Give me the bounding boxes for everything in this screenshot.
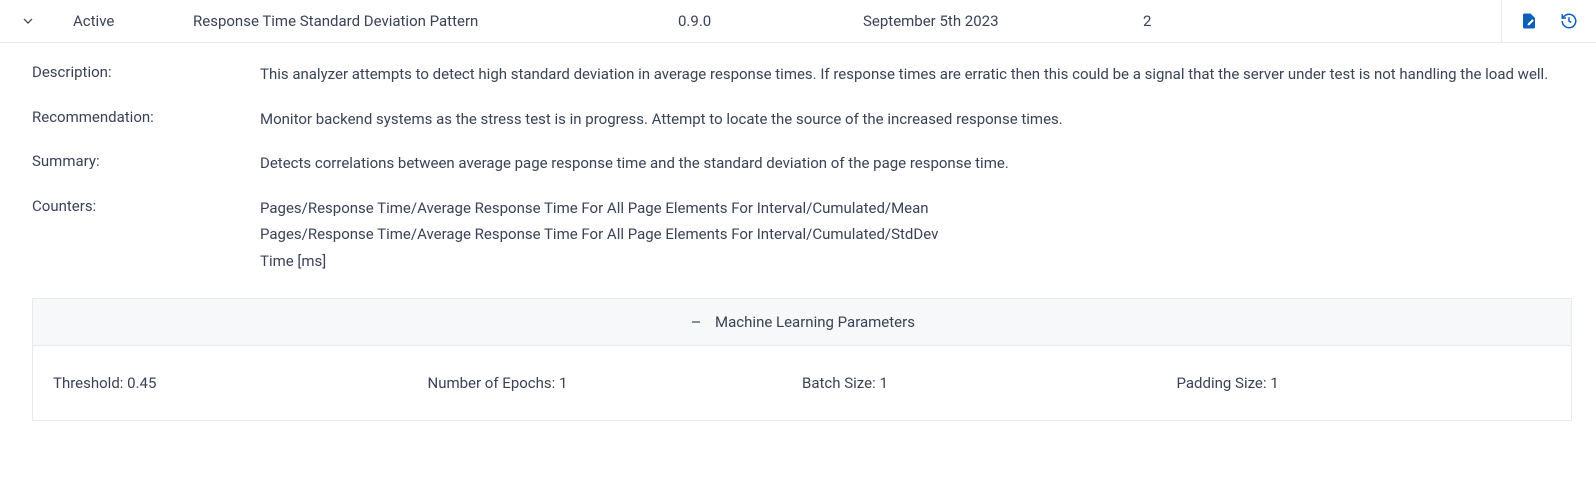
counters-row: Counters: Pages/Response Time/Average Re… — [32, 197, 1596, 277]
counter-line: Pages/Response Time/Average Response Tim… — [260, 197, 1556, 220]
summary-row: Summary: Detects correlations between av… — [32, 152, 1596, 175]
edit-button[interactable] — [1520, 12, 1538, 30]
chevron-down-icon — [20, 13, 36, 29]
padding-value: 1 — [1267, 374, 1279, 392]
counter-line: Time [ms] — [260, 250, 1556, 273]
analyzer-details: Description: This analyzer attempts to d… — [0, 43, 1596, 421]
expand-toggle[interactable] — [8, 13, 48, 29]
ml-parameters-body: Threshold: 0.45 Number of Epochs: 1 Batc… — [32, 346, 1572, 421]
status-cell: Active — [48, 12, 193, 30]
row-actions — [1501, 0, 1596, 42]
epochs-value: 1 — [555, 374, 567, 392]
threshold-param: Threshold: 0.45 — [53, 374, 428, 392]
summary-value: Detects correlations between average pag… — [260, 152, 1596, 175]
recommendation-value: Monitor backend systems as the stress te… — [260, 108, 1596, 131]
date-cell: September 5th 2023 — [863, 12, 1143, 30]
threshold-value: 0.45 — [123, 374, 156, 392]
recommendation-row: Recommendation: Monitor backend systems … — [32, 108, 1596, 131]
recommendation-label: Recommendation: — [32, 108, 260, 126]
batch-value: 1 — [876, 374, 888, 392]
description-value: This analyzer attempts to detect high st… — [260, 63, 1596, 86]
version-cell: 0.9.0 — [678, 12, 863, 30]
history-icon — [1560, 12, 1578, 30]
name-cell: Response Time Standard Deviation Pattern — [193, 12, 678, 30]
analyzer-row: Active Response Time Standard Deviation … — [0, 0, 1596, 43]
summary-label: Summary: — [32, 152, 260, 170]
description-label: Description: — [32, 63, 260, 81]
padding-label: Padding Size: — [1177, 374, 1267, 392]
counters-value: Pages/Response Time/Average Response Tim… — [260, 197, 1596, 277]
epochs-label: Number of Epochs: — [428, 374, 556, 392]
count-cell: 2 — [1143, 12, 1293, 30]
ml-parameters-panel: Machine Learning Parameters Threshold: 0… — [32, 298, 1596, 421]
ml-parameters-toggle[interactable]: Machine Learning Parameters — [32, 298, 1572, 346]
batch-label: Batch Size: — [802, 374, 876, 392]
threshold-label: Threshold: — [53, 374, 123, 392]
counter-line: Pages/Response Time/Average Response Tim… — [260, 223, 1556, 246]
ml-parameters-title: Machine Learning Parameters — [715, 313, 915, 331]
description-row: Description: This analyzer attempts to d… — [32, 63, 1596, 86]
epochs-param: Number of Epochs: 1 — [428, 374, 803, 392]
batch-param: Batch Size: 1 — [802, 374, 1177, 392]
history-button[interactable] — [1560, 12, 1578, 30]
padding-param: Padding Size: 1 — [1177, 374, 1552, 392]
counters-label: Counters: — [32, 197, 260, 215]
collapse-icon — [689, 315, 703, 329]
edit-icon — [1520, 12, 1538, 30]
